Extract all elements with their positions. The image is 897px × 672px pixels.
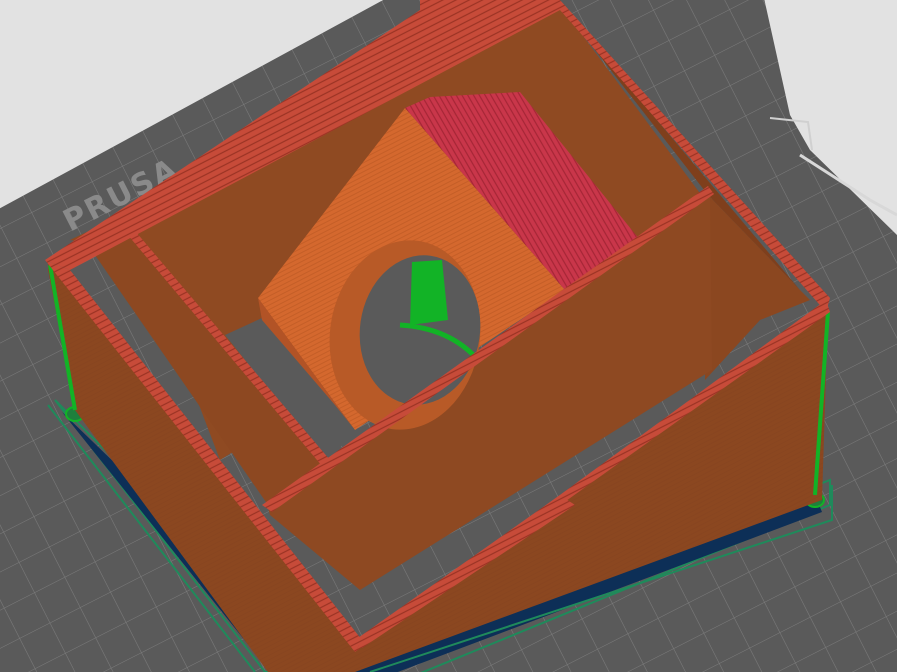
3d-preview-viewport[interactable]: PRUSA	[0, 0, 897, 672]
support-column	[410, 260, 448, 325]
print-preview-canvas[interactable]: PRUSA	[0, 0, 897, 672]
